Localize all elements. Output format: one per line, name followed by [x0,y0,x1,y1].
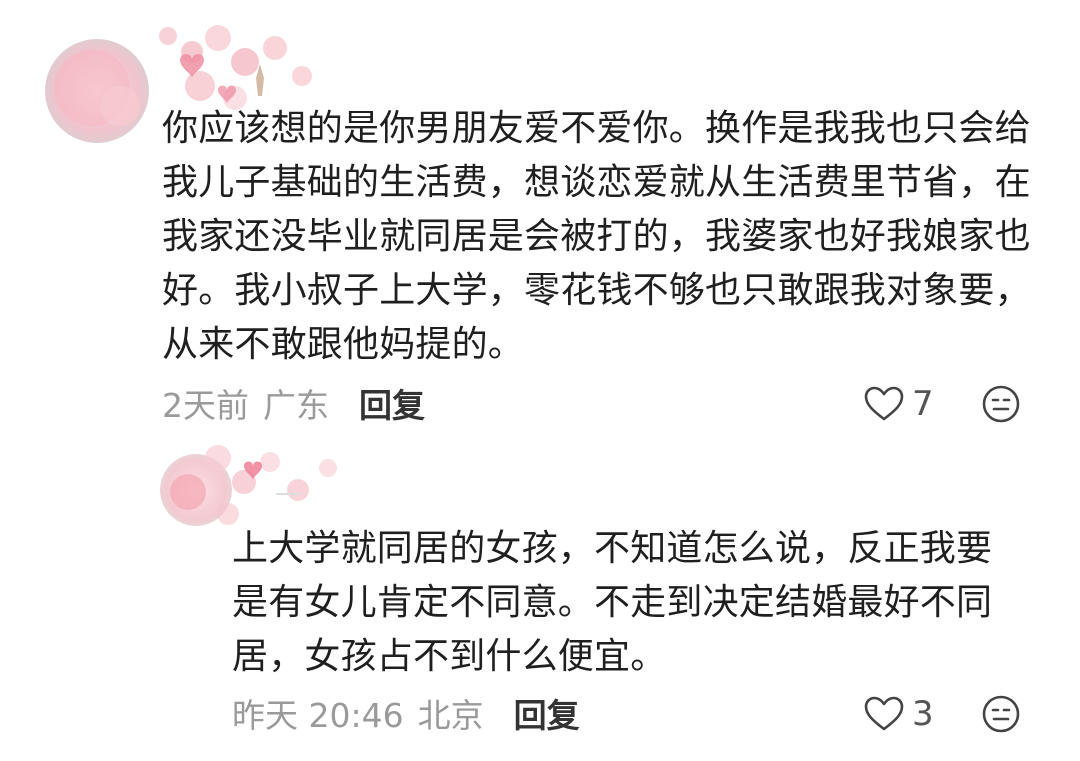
reply-button[interactable]: 回复 [359,379,425,427]
reply-button[interactable]: 回复 [514,689,580,737]
like-count: 3 [912,694,934,734]
dislike-button[interactable] [981,694,1021,734]
avatar-image [160,445,337,526]
heart-outline-icon [864,696,904,731]
like-button[interactable]: 3 [864,690,934,738]
comment-location: 北京 [417,696,484,735]
dislike-button[interactable] [981,384,1021,424]
avatar[interactable] [158,438,358,532]
like-count: 7 [912,384,934,424]
comment-meta: 昨天 20:46 北京 回复 [232,688,580,738]
heart-outline-icon [864,386,904,421]
comment-meta: 2天前 广东 回复 [162,378,425,428]
like-button[interactable]: 7 [864,380,934,428]
meh-face-icon [982,385,1020,423]
comment-time: 2天前 [162,386,249,425]
comment-location: 广东 [263,386,329,425]
comment-thread: 你应该想的是你男朋友爱不爱你。换作是我我也只会给我儿子基础的生活费，想谈恋爱就从… [0,0,1080,761]
comment-time: 昨天 20:46 [232,696,404,735]
comment-text: 上大学就同居的女孩，不知道怎么说，反正我要是有女儿肯定不同意。不走到决定结婚最好… [232,528,993,677]
meh-face-icon [982,695,1020,733]
comment-text: 你应该想的是你男朋友爱不爱你。换作是我我也只会给我儿子基础的生活费，想谈恋爱就从… [162,108,1031,365]
